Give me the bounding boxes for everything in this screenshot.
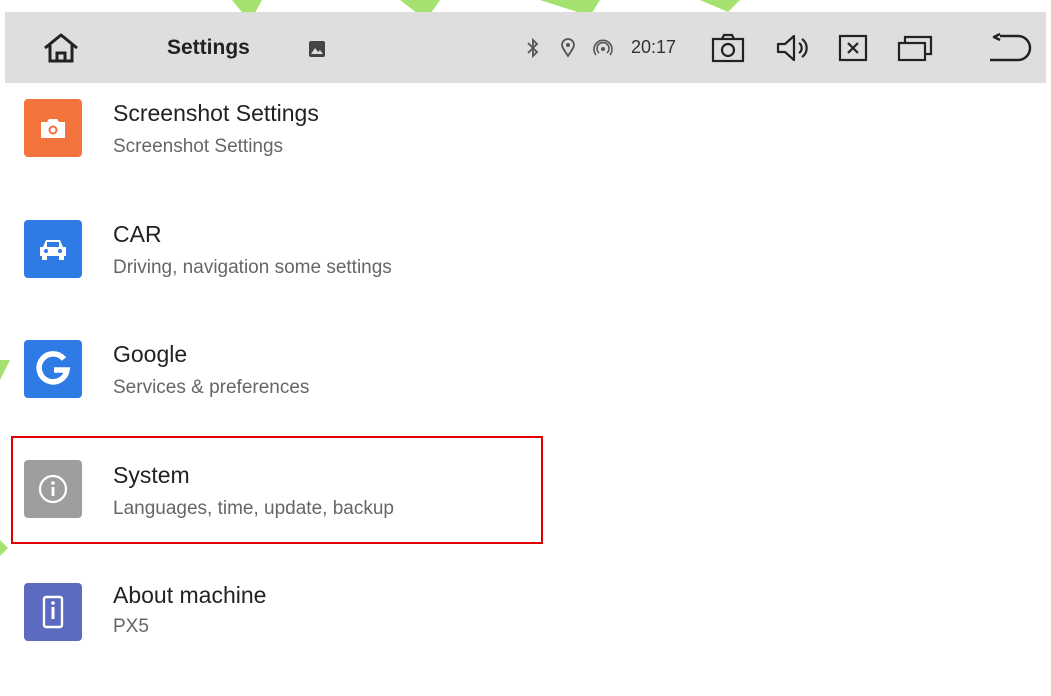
about-machine-settings-icon	[24, 583, 82, 641]
settings-item-title: About machine	[113, 582, 267, 608]
settings-item-subtitle: Screenshot Settings	[113, 136, 284, 157]
hotspot-status	[593, 38, 613, 58]
image-notification-icon	[309, 41, 325, 57]
google-settings-icon	[24, 340, 82, 398]
location-icon	[561, 38, 575, 58]
settings-item-car[interactable]: CAR Driving, navigation some settings	[0, 216, 1051, 336]
notification-image[interactable]	[307, 39, 327, 59]
close-icon	[838, 34, 868, 62]
device-icon	[42, 595, 64, 629]
volume-button[interactable]	[773, 32, 811, 64]
home-icon	[44, 33, 78, 63]
volume-icon	[776, 34, 808, 62]
location-status	[560, 38, 576, 58]
camera-icon	[711, 33, 745, 63]
screenshot-settings-icon	[24, 99, 82, 157]
clock: 20:17	[631, 37, 677, 57]
settings-item-subtitle: Services & preferences	[113, 377, 310, 398]
settings-item-screenshot[interactable]: Screenshot Settings Screenshot Settings	[0, 96, 1051, 216]
back-button[interactable]	[983, 30, 1037, 66]
close-button[interactable]	[835, 32, 871, 64]
bluetooth-status	[525, 38, 541, 58]
settings-item-title: Google	[113, 341, 188, 367]
recent-apps-button[interactable]	[895, 32, 935, 64]
screenshot-button[interactable]	[708, 32, 748, 64]
settings-item-subtitle: Driving, navigation some settings	[113, 257, 392, 278]
settings-item-about-machine[interactable]: About machine PX5	[0, 576, 1051, 696]
car-icon	[40, 240, 66, 260]
settings-item-title: Screenshot Settings	[113, 100, 319, 126]
settings-item-title: CAR	[113, 221, 162, 247]
status-bar: Settings 20:17	[5, 12, 1046, 83]
back-icon	[990, 32, 1032, 62]
car-settings-icon	[24, 220, 82, 278]
settings-item-subtitle: PX5	[113, 616, 149, 637]
app-title: Settings	[167, 36, 250, 59]
home-button[interactable]	[39, 30, 83, 66]
hotspot-icon	[593, 39, 613, 56]
google-icon	[36, 351, 71, 385]
selection-highlight-box	[11, 436, 543, 544]
bluetooth-icon	[527, 38, 539, 58]
camera-icon	[41, 119, 65, 138]
recent-apps-icon	[897, 35, 933, 62]
